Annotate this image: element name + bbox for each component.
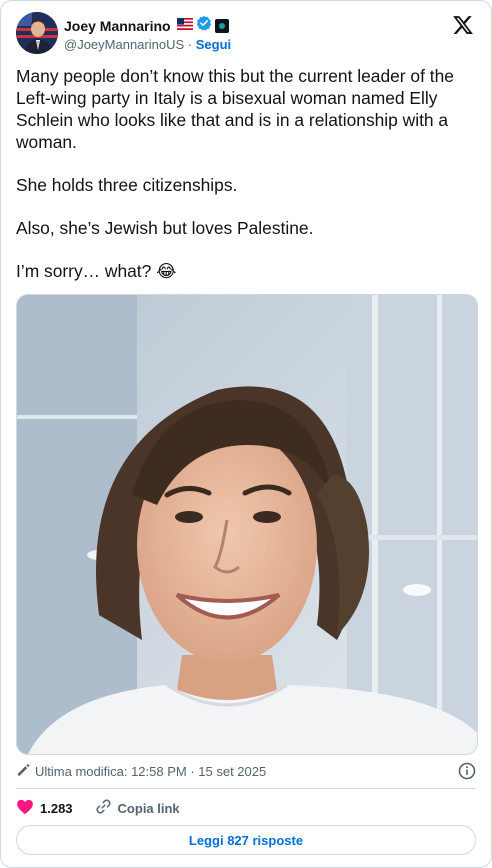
link-icon	[95, 798, 112, 818]
divider	[16, 788, 476, 789]
tweet-actions: 1.283 Copia link	[16, 798, 180, 818]
read-replies-label: Leggi 827 risposte	[188, 832, 304, 848]
tweet-photo[interactable]	[16, 294, 478, 755]
like-count: 1.283	[40, 800, 73, 816]
heart-icon	[16, 798, 34, 819]
copy-link-label: Copia link	[117, 800, 180, 816]
tweet-paragraph: She holds three citizenships.	[16, 175, 238, 195]
copy-link-button[interactable]: Copia link	[95, 798, 180, 818]
author-handle-row: @JoeyMannarinoUS · Segui	[64, 37, 231, 52]
separator-dot: ·	[187, 37, 193, 52]
affiliate-icon	[214, 18, 229, 33]
tweet-embed-card: Joey Mannarino @JoeyMannarinoUS · Segui …	[0, 0, 492, 868]
tweet-paragraph: Also, she’s Jewish but loves Palestine.	[16, 218, 314, 238]
follow-link[interactable]: Segui	[196, 37, 231, 52]
tweet-text: Many people don’t know this but the curr…	[16, 65, 481, 282]
author-name-row: Joey Mannarino	[64, 15, 229, 36]
edit-info-row: Ultima modifica: 12:58 PM · 15 set 2025	[16, 761, 476, 781]
edited-timestamp[interactable]: Ultima modifica: 12:58 PM · 15 set 2025	[35, 764, 266, 779]
avatar[interactable]	[16, 12, 58, 54]
us-flag-icon	[174, 17, 193, 35]
tweet-paragraph: Many people don’t know this but the curr…	[16, 66, 454, 152]
author-name[interactable]: Joey Mannarino	[64, 18, 171, 34]
pencil-icon	[16, 762, 35, 780]
like-button[interactable]: 1.283	[16, 798, 73, 819]
author-handle[interactable]: @JoeyMannarinoUS	[64, 37, 184, 52]
verified-icon	[196, 15, 212, 36]
tweet-header: Joey Mannarino @JoeyMannarinoUS · Segui	[16, 12, 476, 56]
tweet-paragraph: I’m sorry… what? 😂	[16, 261, 177, 281]
read-replies-button[interactable]: Leggi 827 risposte	[16, 825, 476, 855]
